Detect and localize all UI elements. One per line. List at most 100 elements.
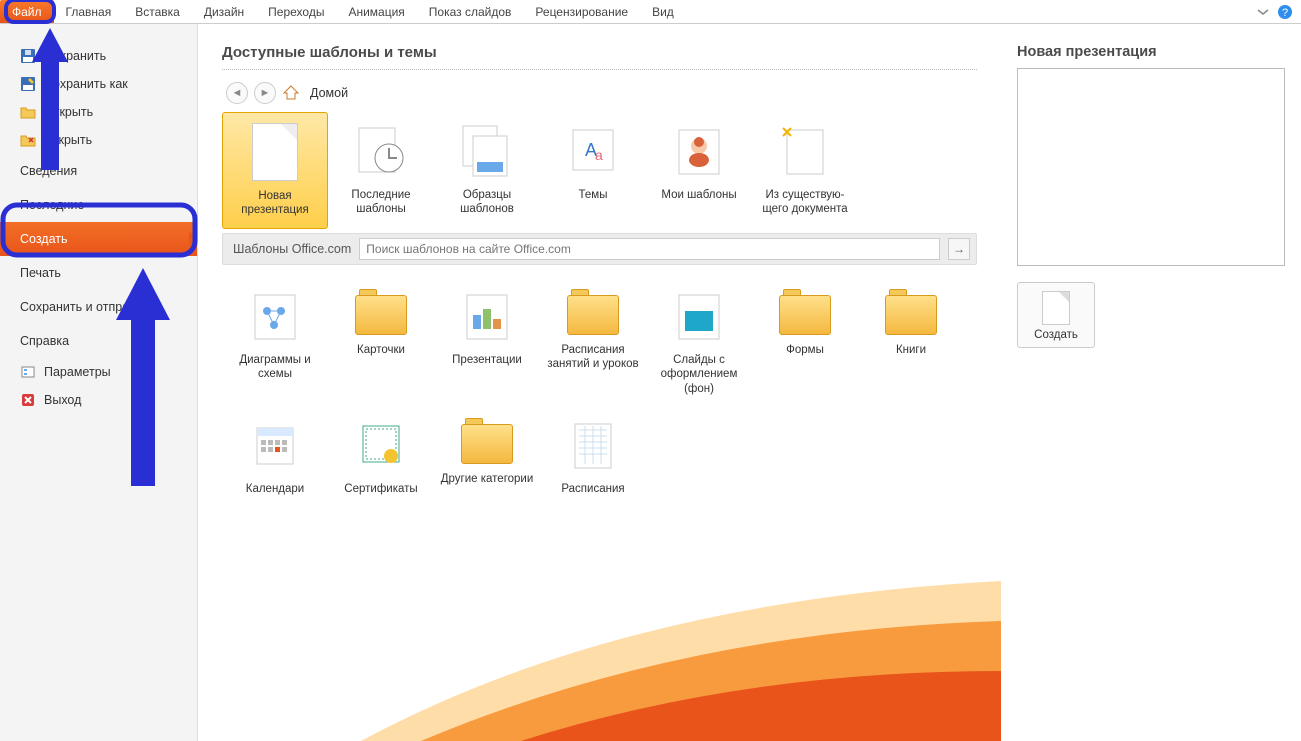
- exit-icon: [20, 392, 36, 408]
- preview-title: Новая презентация: [1017, 44, 1285, 60]
- category-schedules[interactable]: Расписания занятий и уроков: [540, 277, 646, 406]
- create-button-label: Создать: [1022, 329, 1090, 341]
- category-calendars-label: Календари: [224, 482, 326, 496]
- menu-close[interactable]: Закрыть: [0, 126, 197, 154]
- backstage-menu: Сохранить Сохранить как Открыть Закрыть …: [0, 24, 198, 741]
- certificate-icon: [353, 416, 409, 472]
- tab-insert[interactable]: Вставка: [123, 0, 192, 23]
- search-go-button[interactable]: →: [948, 238, 970, 260]
- design-slides-icon: [671, 287, 727, 343]
- officecom-bar: Шаблоны Office.com →: [222, 233, 977, 265]
- menu-new-label: Создать: [20, 232, 68, 246]
- preview-pane: Новая презентация Создать: [1001, 24, 1301, 741]
- officecom-label: Шаблоны Office.com: [229, 242, 351, 256]
- menu-print-label: Печать: [20, 266, 61, 280]
- menu-info-label: Сведения: [20, 164, 77, 178]
- create-doc-icon: [1042, 291, 1070, 325]
- from-existing-icon: [777, 122, 833, 178]
- category-more[interactable]: Другие категории: [434, 406, 540, 506]
- tab-animations[interactable]: Анимация: [336, 0, 416, 23]
- category-calendars[interactable]: Календари: [222, 406, 328, 506]
- template-themes-label: Темы: [542, 188, 644, 202]
- tab-file[interactable]: Файл: [0, 0, 54, 23]
- tab-review[interactable]: Рецензирование: [523, 0, 640, 23]
- category-books[interactable]: Книги: [858, 277, 964, 406]
- nav-forward-button[interactable]: ►: [254, 82, 276, 104]
- menu-exit[interactable]: Выход: [0, 386, 197, 414]
- menu-help[interactable]: Справка: [0, 324, 197, 358]
- folder-icon: [355, 295, 407, 335]
- content-area: Доступные шаблоны и темы ◄ ► Домой Новая…: [198, 24, 1001, 741]
- officecom-categories-1: Диаграммы и схемы Карточки Презентации Р…: [222, 277, 977, 406]
- template-my[interactable]: Мои шаблоны: [646, 112, 752, 229]
- category-cards[interactable]: Карточки: [328, 277, 434, 406]
- nav-back-button[interactable]: ◄: [226, 82, 248, 104]
- recent-templates-icon: [353, 122, 409, 178]
- category-forms-label: Формы: [754, 343, 856, 357]
- home-icon[interactable]: [282, 84, 300, 102]
- template-samples-label: Образцы шаблонов: [436, 188, 538, 217]
- category-cards-label: Карточки: [330, 343, 432, 357]
- category-books-label: Книги: [860, 343, 962, 357]
- menu-share[interactable]: Сохранить и отправить: [0, 290, 197, 324]
- svg-text:a: a: [595, 147, 603, 163]
- breadcrumb-home[interactable]: Домой: [310, 86, 348, 100]
- category-diagrams-label: Диаграммы и схемы: [224, 353, 326, 382]
- menu-new[interactable]: Создать: [0, 222, 197, 256]
- tab-view[interactable]: Вид: [640, 0, 686, 23]
- category-design-slides[interactable]: Слайды с оформлением (фон): [646, 277, 752, 406]
- blank-page-icon: [252, 123, 298, 181]
- save-icon: [20, 48, 36, 64]
- menu-share-label: Сохранить и отправить: [20, 300, 155, 314]
- diagrams-icon: [247, 287, 303, 343]
- category-certificates[interactable]: Сертификаты: [328, 406, 434, 506]
- my-templates-icon: [671, 122, 727, 178]
- template-my-label: Мои шаблоны: [648, 188, 750, 202]
- tab-transitions[interactable]: Переходы: [256, 0, 336, 23]
- template-blank[interactable]: Новая презентация: [222, 112, 328, 229]
- save-as-icon: [20, 76, 36, 92]
- menu-exit-label: Выход: [44, 393, 81, 407]
- menu-save-as[interactable]: Сохранить как: [0, 70, 197, 98]
- template-from-existing[interactable]: Из существую- щего документа: [752, 112, 858, 229]
- officecom-search: [359, 238, 940, 260]
- template-samples[interactable]: Образцы шаблонов: [434, 112, 540, 229]
- template-themes[interactable]: Aa Темы: [540, 112, 646, 229]
- menu-open-label: Открыть: [44, 105, 93, 119]
- timetable-icon: [565, 416, 621, 472]
- category-presentations[interactable]: Презентации: [434, 277, 540, 406]
- category-timetables-label: Расписания: [542, 482, 644, 496]
- help-icon[interactable]: ?: [1277, 4, 1293, 20]
- ribbon-minimize-icon[interactable]: [1255, 4, 1271, 20]
- folder-icon: [885, 295, 937, 335]
- presentations-icon: [459, 287, 515, 343]
- menu-save[interactable]: Сохранить: [0, 42, 197, 70]
- svg-text:?: ?: [1282, 7, 1288, 19]
- category-diagrams[interactable]: Диаграммы и схемы: [222, 277, 328, 406]
- tab-home[interactable]: Главная: [54, 0, 124, 23]
- officecom-categories-2: Календари Сертификаты Другие категории Р…: [222, 406, 977, 506]
- search-input[interactable]: [359, 238, 940, 260]
- folder-icon: [567, 295, 619, 335]
- category-forms[interactable]: Формы: [752, 277, 858, 406]
- menu-recent[interactable]: Последние: [0, 188, 197, 222]
- menu-save-label: Сохранить: [44, 49, 106, 63]
- tab-slideshow[interactable]: Показ слайдов: [417, 0, 524, 23]
- menu-options[interactable]: Параметры: [0, 358, 197, 386]
- category-timetables[interactable]: Расписания: [540, 406, 646, 506]
- tab-design[interactable]: Дизайн: [192, 0, 256, 23]
- menu-open[interactable]: Открыть: [0, 98, 197, 126]
- breadcrumb-nav: ◄ ► Домой: [222, 76, 977, 112]
- category-certificates-label: Сертификаты: [330, 482, 432, 496]
- sample-templates-icon: [459, 122, 515, 178]
- builtin-templates: Новая презентация Последние шаблоны Обра…: [222, 112, 977, 229]
- open-icon: [20, 104, 36, 120]
- template-blank-label: Новая презентация: [225, 189, 325, 218]
- menu-options-label: Параметры: [44, 365, 111, 379]
- create-button[interactable]: Создать: [1017, 282, 1095, 348]
- category-presentations-label: Презентации: [436, 353, 538, 367]
- menu-info[interactable]: Сведения: [0, 154, 197, 188]
- template-recent-label: Последние шаблоны: [330, 188, 432, 217]
- template-recent[interactable]: Последние шаблоны: [328, 112, 434, 229]
- menu-print[interactable]: Печать: [0, 256, 197, 290]
